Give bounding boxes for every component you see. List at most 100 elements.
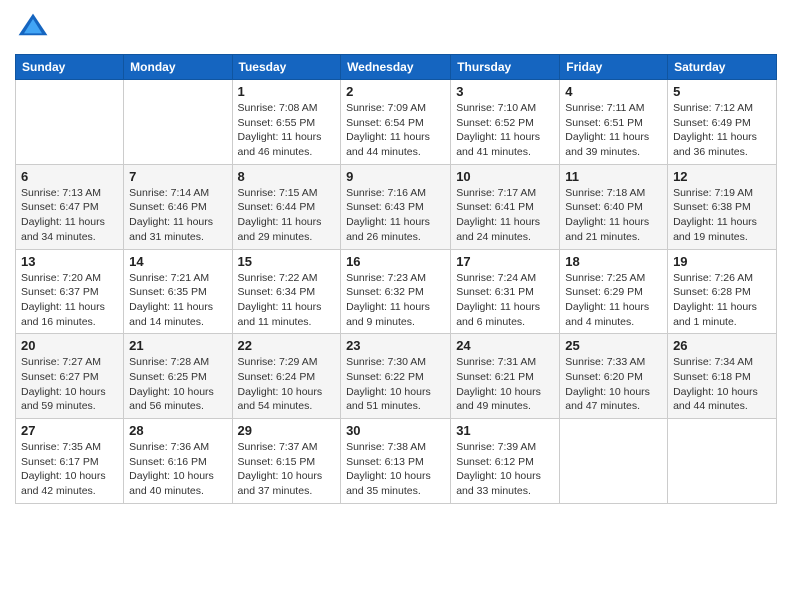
day-info: Sunrise: 7:13 AMSunset: 6:47 PMDaylight:… [21,186,118,245]
calendar-cell: 4Sunrise: 7:11 AMSunset: 6:51 PMDaylight… [560,80,668,165]
calendar-cell: 7Sunrise: 7:14 AMSunset: 6:46 PMDaylight… [124,164,232,249]
day-info: Sunrise: 7:17 AMSunset: 6:41 PMDaylight:… [456,186,554,245]
calendar-cell: 2 Sunrise: 7:09 AMSunset: 6:54 PMDaylight… [341,80,451,165]
calendar-cell: 6 Sunrise: 7:13 AMSunset: 6:47 PMDaylight… [16,164,124,249]
col-header-friday: Friday [560,55,668,80]
day-info: Sunrise: 7:36 AMSunset: 6:16 PMDaylight:… [129,440,226,499]
calendar-cell: 12 Sunrise: 7:19 AMSunset: 6:38 PMDayligh… [668,164,777,249]
day-number: 6 [21,169,118,184]
page: SundayMondayTuesdayWednesdayThursdayFrid… [0,0,792,612]
day-number: 17 [456,254,554,269]
col-header-monday: Monday [124,55,232,80]
calendar-cell: 21Sunrise: 7:28 AMSunset: 6:25 PMDayligh… [124,334,232,419]
col-header-tuesday: Tuesday [232,55,341,80]
day-info: Sunrise: 7:29 AMSunset: 6:24 PMDaylight:… [238,355,336,414]
calendar-cell: 14Sunrise: 7:21 AMSunset: 6:35 PMDayligh… [124,249,232,334]
day-number: 28 [129,423,226,438]
col-header-saturday: Saturday [668,55,777,80]
col-header-thursday: Thursday [451,55,560,80]
day-number: 21 [129,338,226,353]
calendar-cell: 26 Sunrise: 7:34 AMSunset: 6:18 PMDayligh… [668,334,777,419]
day-number: 16 [346,254,445,269]
day-number: 31 [456,423,554,438]
calendar-cell [668,419,777,504]
calendar-cell: 10 Sunrise: 7:17 AMSunset: 6:41 PMDayligh… [451,164,560,249]
col-header-sunday: Sunday [16,55,124,80]
calendar-cell: 20Sunrise: 7:27 AMSunset: 6:27 PMDayligh… [16,334,124,419]
day-info: Sunrise: 7:15 AMSunset: 6:44 PMDaylight:… [238,186,336,245]
week-row-1: 6 Sunrise: 7:13 AMSunset: 6:47 PMDaylight… [16,164,777,249]
day-number: 2 [346,84,445,99]
day-info: Sunrise: 7:35 AMSunset: 6:17 PMDaylight:… [21,440,118,499]
calendar-cell: 24 Sunrise: 7:31 AMSunset: 6:21 PMDayligh… [451,334,560,419]
calendar-cell: 19 Sunrise: 7:26 AMSunset: 6:28 PMDayligh… [668,249,777,334]
day-number: 11 [565,169,662,184]
calendar-cell: 31 Sunrise: 7:39 AMSunset: 6:12 PMDayligh… [451,419,560,504]
day-info: Sunrise: 7:34 AMSunset: 6:18 PMDaylight:… [673,355,771,414]
calendar-cell: 3 Sunrise: 7:10 AMSunset: 6:52 PMDaylight… [451,80,560,165]
day-number: 23 [346,338,445,353]
day-info: Sunrise: 7:30 AMSunset: 6:22 PMDaylight:… [346,355,445,414]
calendar-cell: 22 Sunrise: 7:29 AMSunset: 6:24 PMDayligh… [232,334,341,419]
day-number: 24 [456,338,554,353]
day-number: 27 [21,423,118,438]
day-info: Sunrise: 7:24 AMSunset: 6:31 PMDaylight:… [456,271,554,330]
calendar-cell: 11 Sunrise: 7:18 AMSunset: 6:40 PMDayligh… [560,164,668,249]
day-number: 29 [238,423,336,438]
day-info: Sunrise: 7:27 AMSunset: 6:27 PMDaylight:… [21,355,118,414]
day-info: Sunrise: 7:09 AMSunset: 6:54 PMDaylight:… [346,101,445,160]
day-info: Sunrise: 7:21 AMSunset: 6:35 PMDaylight:… [129,271,226,330]
day-number: 25 [565,338,662,353]
day-info: Sunrise: 7:25 AMSunset: 6:29 PMDaylight:… [565,271,662,330]
week-row-2: 13Sunrise: 7:20 AMSunset: 6:37 PMDayligh… [16,249,777,334]
calendar-cell: 23 Sunrise: 7:30 AMSunset: 6:22 PMDayligh… [341,334,451,419]
calendar-cell: 17 Sunrise: 7:24 AMSunset: 6:31 PMDayligh… [451,249,560,334]
calendar-cell: 30 Sunrise: 7:38 AMSunset: 6:13 PMDayligh… [341,419,451,504]
day-number: 19 [673,254,771,269]
day-info: Sunrise: 7:18 AMSunset: 6:40 PMDaylight:… [565,186,662,245]
calendar-table: SundayMondayTuesdayWednesdayThursdayFrid… [15,54,777,504]
day-number: 26 [673,338,771,353]
calendar-cell: 28 Sunrise: 7:36 AMSunset: 6:16 PMDayligh… [124,419,232,504]
day-number: 3 [456,84,554,99]
day-info: Sunrise: 7:08 AMSunset: 6:55 PMDaylight:… [238,101,336,160]
day-info: Sunrise: 7:16 AMSunset: 6:43 PMDaylight:… [346,186,445,245]
day-number: 30 [346,423,445,438]
day-info: Sunrise: 7:37 AMSunset: 6:15 PMDaylight:… [238,440,336,499]
calendar-cell [16,80,124,165]
header [15,10,777,46]
day-number: 22 [238,338,336,353]
day-info: Sunrise: 7:10 AMSunset: 6:52 PMDaylight:… [456,101,554,160]
calendar-cell: 29 Sunrise: 7:37 AMSunset: 6:15 PMDayligh… [232,419,341,504]
calendar-cell: 8 Sunrise: 7:15 AMSunset: 6:44 PMDaylight… [232,164,341,249]
logo [15,10,55,46]
calendar-cell: 13Sunrise: 7:20 AMSunset: 6:37 PMDayligh… [16,249,124,334]
calendar-cell: 1 Sunrise: 7:08 AMSunset: 6:55 PMDaylight… [232,80,341,165]
calendar-cell: 5 Sunrise: 7:12 AMSunset: 6:49 PMDaylight… [668,80,777,165]
col-header-wednesday: Wednesday [341,55,451,80]
day-info: Sunrise: 7:26 AMSunset: 6:28 PMDaylight:… [673,271,771,330]
day-info: Sunrise: 7:33 AMSunset: 6:20 PMDaylight:… [565,355,662,414]
calendar-cell: 16Sunrise: 7:23 AMSunset: 6:32 PMDayligh… [341,249,451,334]
day-info: Sunrise: 7:31 AMSunset: 6:21 PMDaylight:… [456,355,554,414]
day-number: 12 [673,169,771,184]
calendar-cell [124,80,232,165]
day-number: 8 [238,169,336,184]
calendar-cell [560,419,668,504]
day-info: Sunrise: 7:38 AMSunset: 6:13 PMDaylight:… [346,440,445,499]
calendar-cell: 25 Sunrise: 7:33 AMSunset: 6:20 PMDayligh… [560,334,668,419]
day-number: 1 [238,84,336,99]
day-number: 5 [673,84,771,99]
week-row-0: 1 Sunrise: 7:08 AMSunset: 6:55 PMDaylight… [16,80,777,165]
day-info: Sunrise: 7:19 AMSunset: 6:38 PMDaylight:… [673,186,771,245]
day-number: 4 [565,84,662,99]
day-info: Sunrise: 7:22 AMSunset: 6:34 PMDaylight:… [238,271,336,330]
calendar-header-row: SundayMondayTuesdayWednesdayThursdayFrid… [16,55,777,80]
calendar-cell: 15Sunrise: 7:22 AMSunset: 6:34 PMDayligh… [232,249,341,334]
day-number: 10 [456,169,554,184]
day-info: Sunrise: 7:12 AMSunset: 6:49 PMDaylight:… [673,101,771,160]
day-number: 18 [565,254,662,269]
generalblue-logo-icon [15,10,51,46]
day-number: 9 [346,169,445,184]
day-info: Sunrise: 7:39 AMSunset: 6:12 PMDaylight:… [456,440,554,499]
